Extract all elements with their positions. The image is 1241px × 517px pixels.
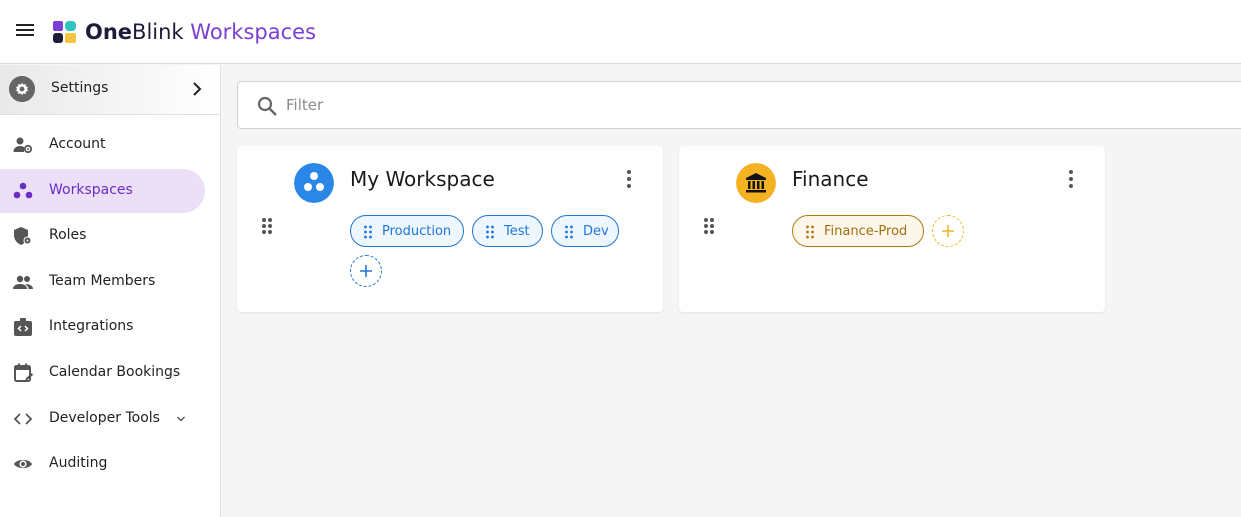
sidebar-item-workspaces[interactable]: Workspaces <box>0 169 205 213</box>
environment-chip-production[interactable]: Production <box>350 215 464 247</box>
app-title: OneBlink Workspaces <box>85 20 317 44</box>
environment-label: Test <box>504 224 530 239</box>
sidebar-item-developer-tools[interactable]: Developer Tools <box>0 397 205 441</box>
search-icon <box>257 96 277 116</box>
workspace-circles-icon <box>294 163 334 203</box>
environment-label: Finance-Prod <box>824 224 908 239</box>
sidebar-item-roles[interactable]: Roles <box>0 214 205 258</box>
plus-icon <box>360 265 372 277</box>
filter-bar <box>237 81 1241 129</box>
workspace-card-my-workspace: My Workspace Production Test Dev <box>237 146 663 312</box>
calendar-icon <box>14 363 33 382</box>
eye-icon <box>14 459 32 469</box>
plus-icon <box>942 225 954 237</box>
drag-dots-icon <box>486 225 494 239</box>
environment-label: Dev <box>583 224 609 239</box>
sidebar-item-label: Roles <box>49 227 87 243</box>
bank-icon <box>736 163 776 203</box>
drag-handle-icon[interactable] <box>261 217 273 235</box>
drag-handle-icon[interactable] <box>703 217 715 235</box>
oneblink-logo-icon <box>53 21 76 43</box>
chevron-right-icon <box>193 82 202 96</box>
environment-chip-finance-prod[interactable]: Finance-Prod <box>792 215 924 247</box>
sidebar-item-account[interactable]: Account <box>0 123 205 167</box>
sidebar-item-label: Account <box>49 136 106 152</box>
sidebar-item-calendar-bookings[interactable]: Calendar Bookings <box>0 351 205 395</box>
add-environment-button[interactable] <box>350 255 382 287</box>
add-environment-button[interactable] <box>932 215 964 247</box>
sidebar: Settings Account Workspaces Roles Team M… <box>0 65 221 517</box>
more-vert-icon[interactable] <box>1062 168 1080 190</box>
drag-dots-icon <box>565 225 573 239</box>
integrations-icon <box>14 318 32 336</box>
code-icon <box>13 413 33 425</box>
workspace-name: My Workspace <box>350 167 495 191</box>
sidebar-item-auditing[interactable]: Auditing <box>0 442 205 486</box>
app-header: OneBlink Workspaces <box>0 0 1241 64</box>
filter-input[interactable] <box>286 92 886 118</box>
sidebar-item-label: Calendar Bookings <box>49 364 181 380</box>
hamburger-menu-icon[interactable] <box>13 21 37 43</box>
environment-chip-test[interactable]: Test <box>472 215 543 247</box>
settings-header[interactable]: Settings <box>0 65 220 115</box>
workspace-name: Finance <box>792 167 869 191</box>
drag-dots-icon <box>364 225 372 239</box>
drag-dots-icon <box>806 225 814 239</box>
sidebar-item-label: Integrations <box>49 318 134 334</box>
sidebar-item-label: Team Members <box>49 273 156 289</box>
team-members-icon <box>13 275 33 289</box>
sidebar-item-label: Auditing <box>49 455 108 471</box>
environment-chip-dev[interactable]: Dev <box>551 215 619 247</box>
account-settings-icon <box>13 137 33 154</box>
workspaces-icon <box>13 182 33 199</box>
more-vert-icon[interactable] <box>620 168 638 190</box>
chevron-down-icon <box>177 416 185 422</box>
sidebar-item-label: Workspaces <box>49 182 133 198</box>
settings-label: Settings <box>51 80 109 96</box>
sidebar-item-integrations[interactable]: Integrations <box>0 305 205 349</box>
gear-icon <box>9 76 35 102</box>
workspace-card-finance: Finance Finance-Prod <box>679 146 1105 312</box>
sidebar-item-label: Developer Tools <box>49 410 160 426</box>
roles-shield-icon <box>14 227 32 245</box>
environment-label: Production <box>382 224 452 239</box>
sidebar-item-team-members[interactable]: Team Members <box>0 260 205 304</box>
